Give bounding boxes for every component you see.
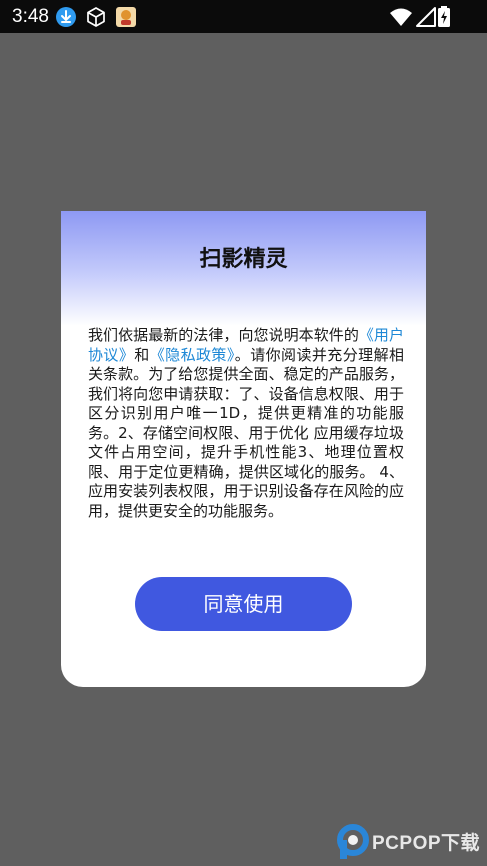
wifi-icon: [390, 8, 412, 26]
watermark: PCPOP下载: [336, 822, 486, 862]
privacy-dialog: 扫影精灵 我们依据最新的法律，向您说明本软件的《用户协议》和《隐私政策》。请你阅…: [61, 211, 426, 687]
dialog-body-text: 我们依据最新的法律，向您说明本软件的《用户协议》和《隐私政策》。请你阅读并充分理…: [88, 326, 404, 521]
battery-charging-icon: [438, 6, 450, 27]
dialog-title: 扫影精灵: [199, 247, 288, 272]
app-notification-icon: [116, 7, 136, 27]
signal-icon: [416, 7, 436, 27]
body-text-intro: 我们依据最新的法律，向您说明本软件的: [88, 326, 359, 344]
cube-icon: [87, 7, 105, 27]
body-text-and: 和: [134, 345, 150, 364]
pcpop-logo-icon: [337, 824, 369, 859]
status-bar: 3:48: [0, 0, 487, 33]
watermark-text: PCPOP下载: [372, 833, 481, 854]
agree-button[interactable]: 同意使用: [135, 577, 352, 631]
status-time: 3:48: [12, 6, 49, 27]
download-icon: [56, 7, 76, 27]
body-text-main: 。请你阅读并充分理解相关条款。为了给您提供全面、稳定的产品服务，我们将向您申请获…: [88, 345, 404, 520]
privacy-policy-link[interactable]: 《隐私政策》: [150, 346, 235, 364]
